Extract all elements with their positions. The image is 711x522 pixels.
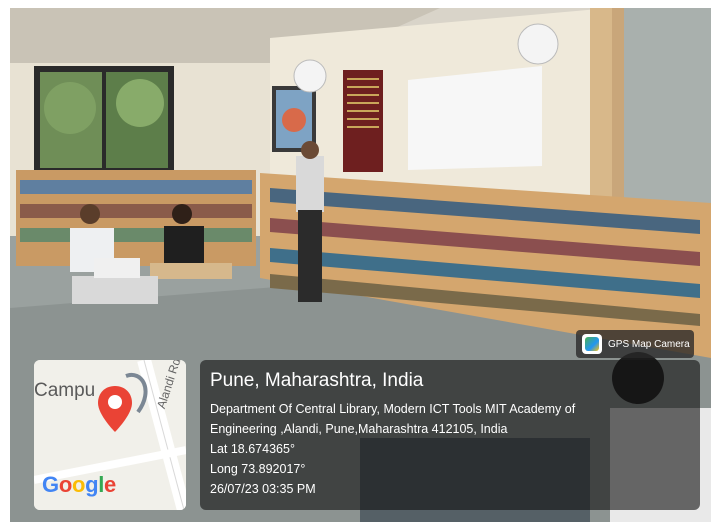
- gps-map-camera-badge: GPS Map Camera: [576, 330, 694, 358]
- notice-board: [343, 70, 383, 172]
- google-logo: Google: [42, 472, 116, 498]
- wall-fan: [293, 59, 327, 93]
- table: [150, 263, 232, 279]
- seated-person: [172, 204, 192, 224]
- speaker-person: [296, 156, 324, 212]
- photo-frame: GPS Map Camera Campu Alandi Rd Google Pu…: [0, 0, 711, 522]
- wall-fan: [517, 23, 559, 65]
- map-place-label: Campu: [34, 380, 96, 401]
- google-logo-letter: e: [104, 472, 116, 497]
- timestamp-value: 26/07/23 03:35 PM: [210, 482, 316, 496]
- location-map-thumbnail[interactable]: Campu Alandi Rd Google: [34, 360, 186, 510]
- address-line-1: Department Of Central Library, Modern IC…: [210, 402, 576, 416]
- gps-map-camera-logo-icon: [582, 334, 602, 354]
- location-info-panel: Pune, Maharashtra, India Department Of C…: [200, 360, 700, 510]
- google-logo-letter: o: [58, 472, 72, 497]
- seated-person: [80, 204, 100, 224]
- location-title: Pune, Maharashtra, India: [210, 370, 424, 391]
- gps-app-name: GPS Map Camera: [608, 338, 690, 350]
- google-logo-letter: G: [42, 472, 59, 497]
- google-logo-letter: o: [71, 472, 86, 497]
- glass-wall: [622, 8, 711, 218]
- projector-screen: [408, 66, 542, 170]
- address-line-2: Engineering ,Alandi, Pune,Maharashtra 41…: [210, 422, 508, 436]
- projector-device: [72, 276, 158, 304]
- library-photo: GPS Map Camera Campu Alandi Rd Google Pu…: [10, 8, 711, 522]
- location-pin-icon: [98, 386, 132, 432]
- google-logo-letter: g: [85, 472, 99, 497]
- longitude-value: Long 73.892017°: [210, 462, 306, 476]
- latitude-value: Lat 18.674365°: [210, 442, 295, 456]
